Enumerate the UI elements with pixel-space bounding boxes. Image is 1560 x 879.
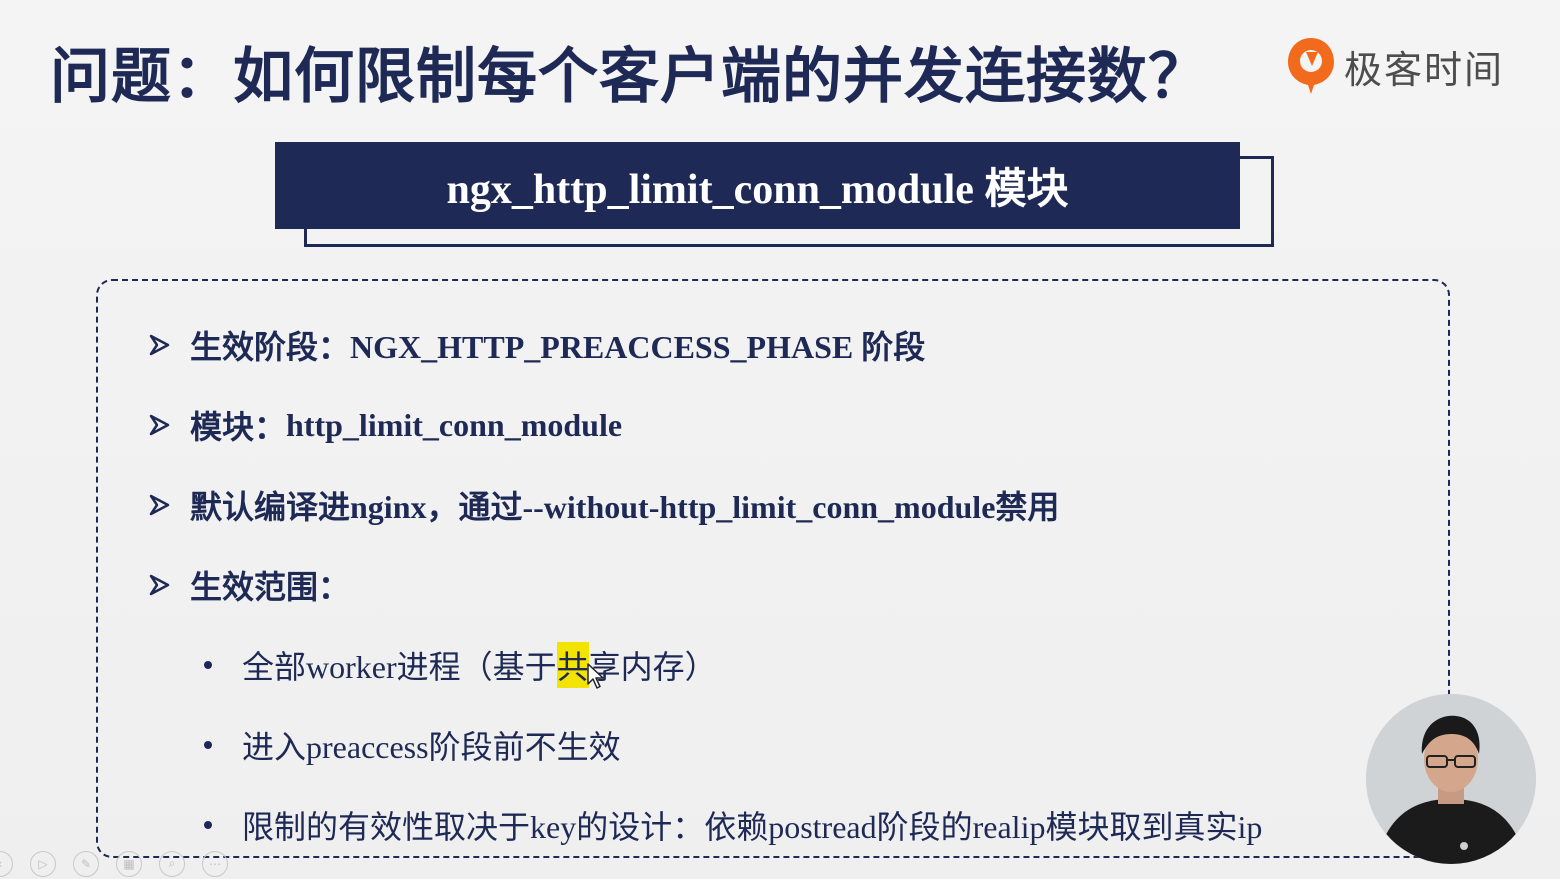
- dot-bullet-icon: [204, 741, 212, 749]
- prev-icon[interactable]: ‹: [0, 850, 13, 877]
- arrow-bullet-icon: [149, 494, 170, 516]
- item-text: http_limit_conn_module: [286, 406, 623, 443]
- geektime-logo-icon: [1288, 38, 1334, 94]
- item-label: 默认编译进nginx，通过--without-http_limit_conn_m…: [190, 489, 1060, 525]
- more-icon[interactable]: ⋯: [202, 850, 228, 877]
- list-item: 默认编译进nginx，通过--without-http_limit_conn_m…: [148, 482, 1059, 528]
- highlighted-text: 共: [556, 642, 589, 688]
- dot-bullet-icon: [204, 821, 212, 829]
- brand: 极客时间: [1286, 36, 1504, 96]
- slide-title: 问题：如何限制每个客户端的并发连接数？: [50, 42, 1209, 112]
- presenter-webcam: [1366, 694, 1536, 864]
- sub-item-text: 限制的有效性取决于key的设计：依赖postread阶段的realip模块取到真…: [242, 809, 1263, 845]
- sub-item-text-end: 享内存）: [588, 649, 717, 685]
- mouse-cursor-icon: [587, 663, 604, 689]
- arrow-bullet-icon: [149, 334, 170, 356]
- module-banner: ngx_http_limit_conn_module 模块: [275, 142, 1240, 229]
- arrow-bullet-icon: [149, 574, 170, 596]
- list-item: 生效范围：: [148, 562, 350, 608]
- sub-list-item: 限制的有效性取决于key的设计：依赖postread阶段的realip模块取到真…: [204, 802, 1262, 848]
- item-label: 生效范围：: [190, 569, 351, 605]
- play-icon[interactable]: ▷: [30, 850, 56, 877]
- item-text: NGX_HTTP_PREACCESS_PHASE 阶段: [350, 329, 926, 365]
- sub-item-text: 全部worker进程（基于: [242, 649, 557, 685]
- item-label: 模块：: [190, 409, 287, 445]
- item-label: 生效阶段：: [190, 329, 351, 365]
- sub-item-text: 进入preaccess阶段前不生效: [242, 729, 621, 765]
- arrow-bullet-icon: [149, 414, 170, 436]
- list-item: 生效阶段： NGX_HTTP_PREACCESS_PHASE 阶段: [148, 322, 925, 368]
- pen-icon[interactable]: ✎: [73, 850, 99, 877]
- sub-list-item: 进入preaccess阶段前不生效: [204, 722, 621, 768]
- list-item: 模块： http_limit_conn_module: [148, 402, 622, 448]
- brand-text: 极客时间: [1344, 47, 1505, 92]
- slides-icon[interactable]: ▦: [116, 850, 142, 877]
- zoom-icon[interactable]: ⌕: [159, 850, 185, 877]
- sub-list-item: 全部worker进程（基于共享内存）: [204, 642, 717, 688]
- dot-bullet-icon: [204, 661, 212, 669]
- presenter-video-frame: [1366, 694, 1536, 864]
- slideshow-toolbar: ‹ ▷ ✎ ▦ ⌕ ⋯: [0, 848, 228, 879]
